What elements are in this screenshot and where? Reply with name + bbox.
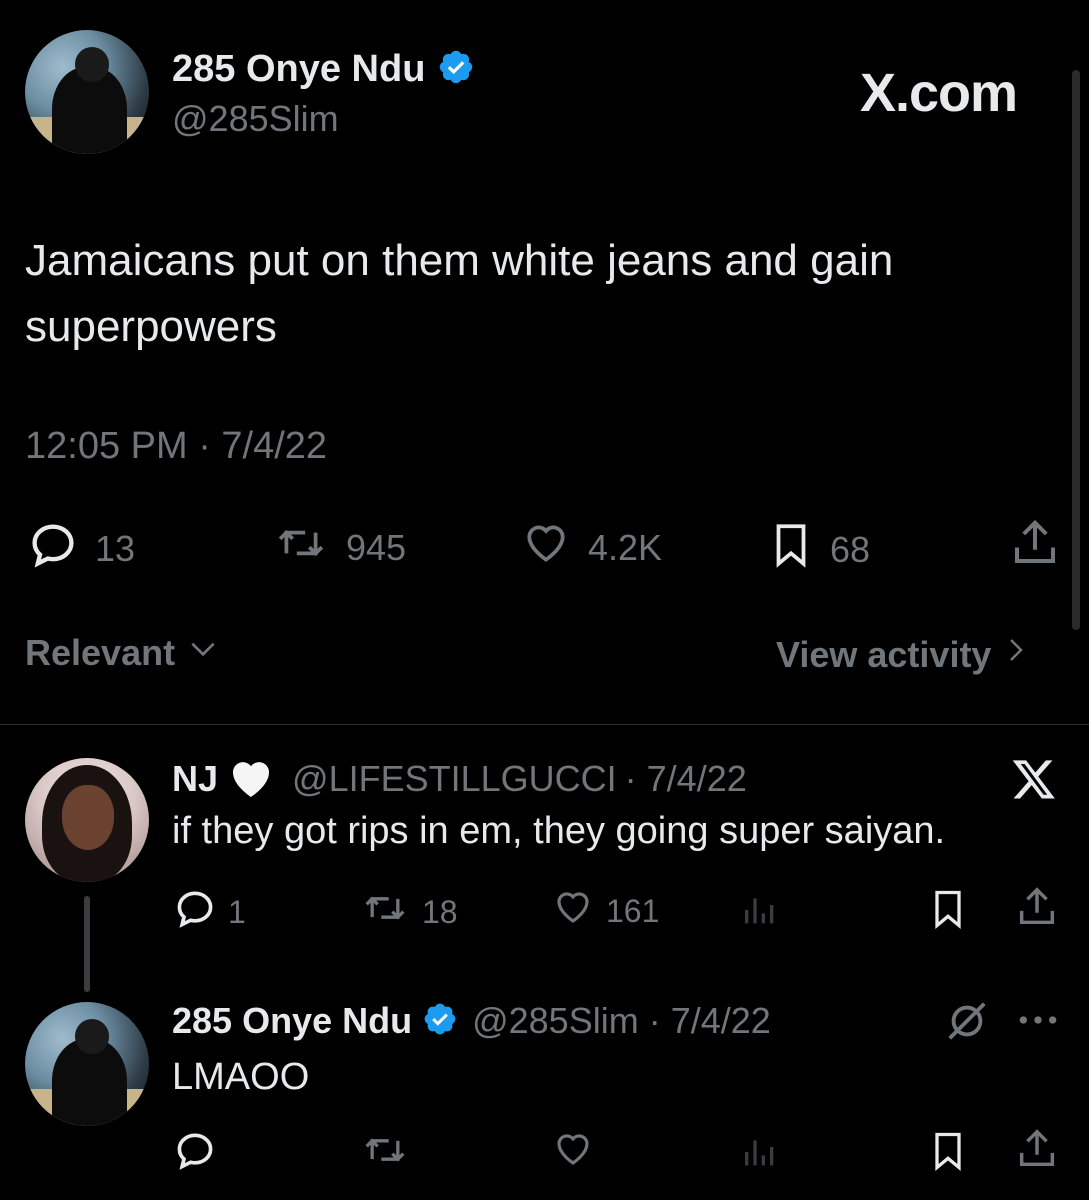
reply1-bookmark-button[interactable]: [926, 886, 970, 937]
x-com-watermark: X.com: [860, 63, 1018, 123]
reply1-retweet-count: 18: [422, 893, 458, 930]
reply1-text: if they got rips in em, they going super…: [172, 810, 946, 852]
sort-dropdown[interactable]: Relevant: [25, 632, 219, 674]
reply2-avatar[interactable]: [25, 1002, 149, 1126]
reply-count: 13: [95, 527, 136, 569]
reply1-author-name[interactable]: NJ: [172, 758, 218, 800]
reply2-reply-button[interactable]: [172, 1128, 218, 1177]
analytics-icon: [740, 1140, 780, 1176]
reply-icon: [25, 518, 81, 579]
reply2-handle[interactable]: @285Slim: [472, 1000, 639, 1042]
scrollbar[interactable]: [1072, 70, 1080, 630]
reply1-share-button[interactable]: [1014, 884, 1060, 935]
tweet-timestamp[interactable]: 12:05 PM · 7/4/22: [25, 425, 327, 468]
author-avatar[interactable]: [25, 30, 149, 154]
tweet-text-line-1: Jamaicans put on them white jeans and ga…: [25, 236, 894, 285]
divider: [0, 724, 1089, 725]
bookmark-icon: [926, 890, 970, 936]
reply-icon: [172, 886, 218, 938]
heart-icon: [550, 886, 596, 936]
thread-line: [84, 896, 90, 992]
sort-label: Relevant: [25, 632, 176, 673]
bookmark-button[interactable]: 68: [766, 518, 870, 581]
view-activity-label: View activity: [776, 633, 992, 675]
reply1-x-logo-icon: [1010, 756, 1058, 807]
reply2-views-button[interactable]: [740, 1132, 780, 1177]
reply2-text: LMAOO: [172, 1056, 310, 1098]
verified-badge-icon: [422, 1001, 458, 1042]
reply1-handle[interactable]: @LIFESTILLGUCCI: [292, 758, 617, 800]
reply1-retweet-button[interactable]: 18: [358, 886, 458, 938]
share-button[interactable]: [1008, 516, 1062, 575]
bookmark-icon: [926, 1132, 970, 1178]
share-icon: [1014, 1129, 1060, 1176]
author-name-row: 285 Onye Ndu: [172, 44, 475, 94]
author-name[interactable]: 285 Onye Ndu: [172, 48, 425, 91]
reply2-header: 285 Onye Ndu @285Slim · 7/4/22: [172, 996, 771, 1046]
chevron-right-icon: [1001, 632, 1031, 677]
retweet-icon: [270, 518, 332, 577]
reply-button[interactable]: 13: [25, 518, 135, 579]
retweet-button[interactable]: 945: [270, 518, 406, 577]
reply1-avatar[interactable]: [25, 758, 149, 882]
reply1-date[interactable]: · 7/4/22: [625, 758, 747, 800]
retweet-count: 945: [346, 526, 407, 568]
verified-badge-icon: [437, 48, 475, 91]
author-handle[interactable]: @285Slim: [172, 98, 339, 140]
like-button[interactable]: 4.2K: [518, 518, 662, 577]
share-icon: [1014, 887, 1060, 934]
view-activity-link[interactable]: View activity: [776, 632, 1031, 677]
reply2-bookmark-button[interactable]: [926, 1128, 970, 1179]
heart-icon: [518, 518, 574, 577]
heart-icon: [550, 1134, 596, 1174]
grok-icon[interactable]: [944, 998, 990, 1049]
like-count: 4.2K: [588, 526, 663, 568]
white-heart-icon: [226, 755, 276, 804]
reply2-author-name[interactable]: 285 Onye Ndu: [172, 1000, 412, 1042]
share-icon: [1008, 516, 1062, 575]
analytics-icon: [740, 898, 780, 934]
reply2-share-button[interactable]: [1014, 1126, 1060, 1177]
reply1-like-button[interactable]: 161: [550, 886, 659, 936]
reply2-retweet-button[interactable]: [358, 1128, 412, 1177]
reply-icon: [172, 1133, 218, 1176]
bookmark-count: 68: [830, 528, 871, 570]
reply1-like-count: 161: [606, 892, 660, 929]
retweet-icon: [358, 886, 412, 938]
retweet-icon: [358, 1138, 412, 1176]
tweet-text-line-2: superpowers: [25, 302, 277, 351]
reply2-like-button[interactable]: [550, 1128, 596, 1175]
reply1-header: NJ @LIFESTILLGUCCI · 7/4/22: [172, 755, 747, 803]
more-options-icon[interactable]: [1016, 1008, 1060, 1037]
chevron-down-icon: [187, 632, 219, 674]
reply1-views-button[interactable]: [740, 890, 780, 935]
reply2-date[interactable]: · 7/4/22: [649, 1000, 771, 1042]
tweet-text: Jamaicans put on them white jeans and ga…: [25, 228, 893, 360]
reply1-reply-count: 1: [228, 893, 246, 930]
bookmark-icon: [766, 518, 816, 581]
reply1-reply-button[interactable]: 1: [172, 886, 246, 938]
